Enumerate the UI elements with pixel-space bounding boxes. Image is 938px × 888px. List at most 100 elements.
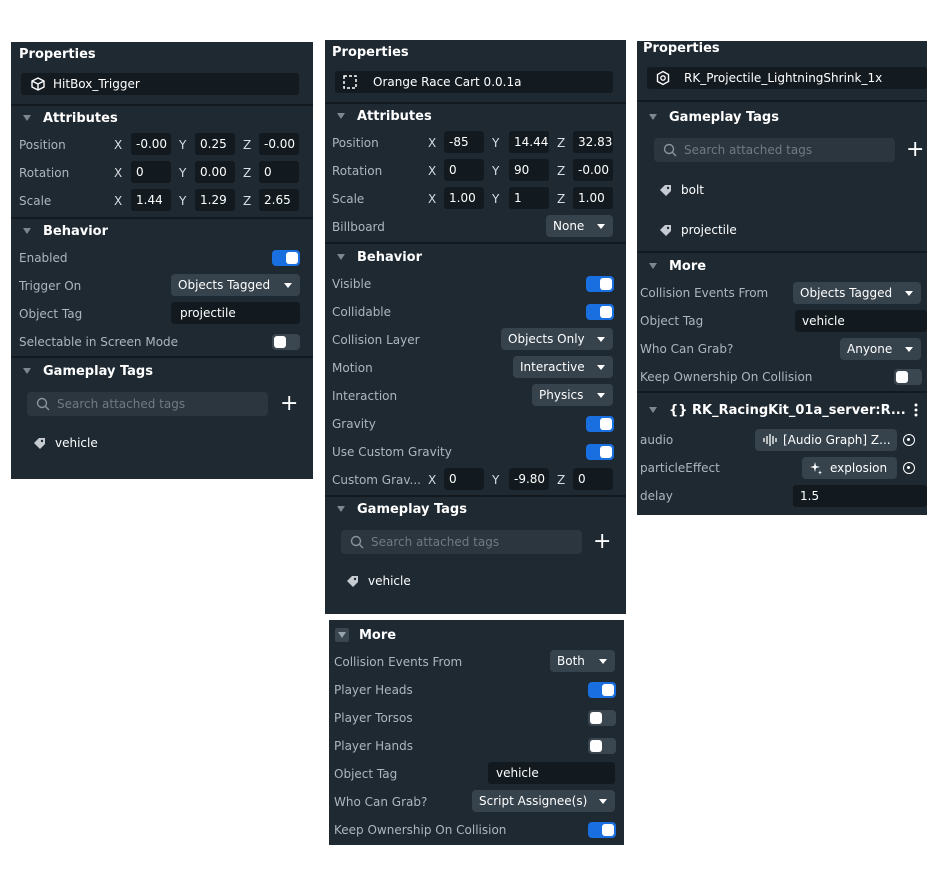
tag-label: vehicle bbox=[368, 574, 411, 588]
position-x-field[interactable]: -85 bbox=[444, 131, 484, 153]
player-heads-toggle[interactable] bbox=[588, 682, 616, 698]
divider bbox=[637, 251, 927, 253]
behavior-label: Behavior bbox=[43, 223, 109, 239]
gameplay-tags-header[interactable]: Gameplay Tags bbox=[325, 497, 626, 521]
script-component-header[interactable]: {} RK_RacingKit_01a_server:R... bbox=[637, 398, 927, 422]
search-placeholder: Search attached tags bbox=[57, 397, 186, 411]
visible-toggle[interactable] bbox=[586, 276, 614, 292]
keep-ownership-toggle[interactable] bbox=[588, 822, 616, 838]
scale-y-field[interactable]: 1.29 bbox=[195, 189, 235, 211]
scale-z-field[interactable]: 2.65 bbox=[259, 189, 299, 211]
object-tag-field[interactable]: vehicle bbox=[488, 762, 615, 784]
panel-title: Properties bbox=[643, 41, 720, 56]
rotation-y-field[interactable]: 0.00 bbox=[195, 161, 235, 183]
gameplay-tags-label: Gameplay Tags bbox=[357, 501, 467, 517]
collision-events-dropdown[interactable]: Both bbox=[550, 650, 615, 672]
x-axis-label: X bbox=[428, 192, 437, 206]
add-tag-icon[interactable]: + bbox=[906, 139, 924, 161]
more-options-icon[interactable] bbox=[914, 403, 918, 417]
target-picker-icon[interactable] bbox=[903, 462, 915, 474]
trigger-on-label: Trigger On bbox=[19, 279, 82, 293]
motion-label: Motion bbox=[332, 361, 373, 375]
collision-events-label: Collision Events From bbox=[640, 286, 769, 300]
gravity-toggle[interactable] bbox=[586, 416, 614, 432]
collapse-triangle-icon bbox=[337, 506, 345, 512]
tag-search-input[interactable]: Search attached tags bbox=[341, 530, 582, 554]
x-axis-label: X bbox=[428, 164, 437, 178]
rotation-y-field[interactable]: 90 bbox=[509, 159, 549, 181]
collision-events-dropdown[interactable]: Objects Tagged bbox=[793, 282, 921, 304]
tag-search-input[interactable]: Search attached tags bbox=[27, 392, 268, 416]
add-tag-icon[interactable]: + bbox=[593, 531, 611, 553]
scale-x-field[interactable]: 1.00 bbox=[444, 187, 484, 209]
custom-grav-z-field[interactable]: 0 bbox=[573, 468, 613, 490]
more-header[interactable]: More bbox=[637, 254, 927, 278]
behavior-header[interactable]: Behavior bbox=[11, 219, 313, 243]
player-torsos-toggle[interactable] bbox=[588, 710, 616, 726]
tag-vehicle[interactable]: vehicle bbox=[34, 436, 98, 450]
add-tag-icon[interactable]: + bbox=[280, 393, 298, 415]
object-name-field[interactable]: RK_Projectile_LightningShrink_1x bbox=[647, 67, 927, 89]
tag-search-input[interactable]: Search attached tags bbox=[654, 138, 895, 162]
rotation-x-field[interactable]: 0 bbox=[444, 159, 484, 181]
who-can-grab-value: Anyone bbox=[847, 342, 893, 356]
scale-y-field[interactable]: 1 bbox=[509, 187, 549, 209]
selectable-toggle[interactable] bbox=[272, 334, 300, 350]
rotation-z-field[interactable]: 0 bbox=[259, 161, 299, 183]
attributes-header[interactable]: Attributes bbox=[325, 104, 626, 128]
y-axis-label: Y bbox=[492, 136, 500, 150]
position-y-field[interactable]: 0.25 bbox=[195, 133, 235, 155]
tag-bolt[interactable]: bolt bbox=[660, 183, 704, 197]
rotation-z-field[interactable]: -0.00 bbox=[573, 159, 613, 181]
interaction-dropdown[interactable]: Physics bbox=[532, 384, 613, 406]
behavior-header[interactable]: Behavior bbox=[325, 245, 626, 269]
scale-x-field[interactable]: 1.44 bbox=[131, 189, 171, 211]
motion-dropdown[interactable]: Interactive bbox=[513, 356, 613, 378]
object-tag-field[interactable]: vehicle bbox=[795, 310, 927, 332]
object-tag-label: Object Tag bbox=[19, 307, 83, 321]
enabled-toggle[interactable] bbox=[272, 250, 300, 266]
gear-cube-icon bbox=[656, 70, 670, 86]
target-picker-icon[interactable] bbox=[903, 434, 915, 446]
object-name: RK_Projectile_LightningShrink_1x bbox=[684, 71, 883, 85]
scale-z-field[interactable]: 1.00 bbox=[573, 187, 613, 209]
billboard-dropdown[interactable]: None bbox=[546, 215, 613, 237]
custom-gravity-toggle[interactable] bbox=[586, 444, 614, 460]
object-tag-field[interactable]: projectile bbox=[171, 302, 300, 324]
z-axis-label: Z bbox=[557, 192, 566, 206]
tag-vehicle[interactable]: vehicle bbox=[347, 574, 411, 588]
keep-ownership-toggle[interactable] bbox=[894, 369, 922, 385]
rotation-x-field[interactable]: 0 bbox=[131, 161, 171, 183]
custom-grav-label: Custom Grav... bbox=[332, 473, 421, 487]
chevron-down-icon bbox=[599, 659, 607, 664]
who-can-grab-label: Who Can Grab? bbox=[334, 795, 428, 809]
collision-layer-dropdown[interactable]: Objects Only bbox=[501, 328, 613, 350]
object-name-field[interactable]: HitBox_Trigger bbox=[21, 73, 299, 95]
position-z-field[interactable]: -0.00 bbox=[259, 133, 299, 155]
custom-grav-y-field[interactable]: -9.80 bbox=[509, 468, 549, 490]
object-tag-label: Object Tag bbox=[334, 767, 398, 781]
chevron-down-icon bbox=[597, 365, 605, 370]
gameplay-tags-header[interactable]: Gameplay Tags bbox=[637, 105, 927, 129]
search-icon bbox=[350, 535, 364, 549]
player-hands-toggle[interactable] bbox=[588, 738, 616, 754]
tag-projectile[interactable]: projectile bbox=[660, 223, 737, 237]
object-name-field[interactable]: Orange Race Cart 0.0.1a bbox=[335, 71, 613, 93]
gameplay-tags-header[interactable]: Gameplay Tags bbox=[11, 359, 313, 383]
gravity-label: Gravity bbox=[332, 417, 376, 431]
collidable-toggle[interactable] bbox=[586, 304, 614, 320]
attributes-header[interactable]: Attributes bbox=[11, 106, 313, 130]
who-can-grab-dropdown[interactable]: Anyone bbox=[840, 338, 921, 360]
trigger-on-dropdown[interactable]: Objects Tagged bbox=[171, 274, 300, 296]
who-can-grab-dropdown[interactable]: Script Assignee(s) bbox=[472, 790, 615, 812]
position-x-field[interactable]: -0.00 bbox=[131, 133, 171, 155]
trigger-on-value: Objects Tagged bbox=[178, 278, 271, 292]
position-y-field[interactable]: 14.44 bbox=[509, 131, 549, 153]
position-z-field[interactable]: 32.83 bbox=[573, 131, 613, 153]
more-header[interactable]: More bbox=[329, 623, 624, 647]
delay-field[interactable]: 1.5 bbox=[793, 485, 927, 507]
custom-grav-x-field[interactable]: 0 bbox=[444, 468, 484, 490]
particle-asset-button[interactable]: explosion bbox=[802, 457, 897, 479]
y-axis-label: Y bbox=[179, 194, 187, 208]
audio-asset-button[interactable]: [Audio Graph] Z... bbox=[755, 429, 897, 451]
